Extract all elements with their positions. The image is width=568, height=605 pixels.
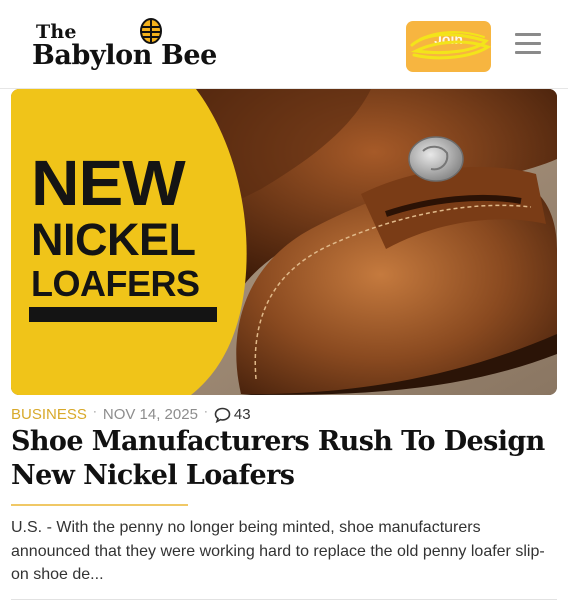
- headline-divider: [11, 504, 188, 506]
- article-excerpt: U.S. - With the penny no longer being mi…: [11, 519, 545, 583]
- article-bottom-divider: [11, 599, 557, 600]
- site-logo[interactable]: The Babylon Bee: [30, 14, 220, 76]
- hamburger-menu-icon[interactable]: [515, 33, 545, 57]
- comment-count[interactable]: 43: [234, 406, 251, 423]
- join-button[interactable]: Join: [406, 21, 491, 72]
- hero-underline-bar: [29, 307, 217, 322]
- comment-bubble-icon[interactable]: [214, 407, 231, 423]
- hero-line-nickel: NICKEL: [31, 214, 196, 265]
- logo-name-text: Babylon Bee: [32, 40, 217, 71]
- hero-line-loafers: LOAFERS: [31, 263, 200, 304]
- article-meta: BUSINESS · NOV 14, 2025 · 43: [11, 404, 251, 424]
- article-hero-image[interactable]: NEW NICKEL LOAFERS: [11, 89, 557, 395]
- site-header: The Babylon Bee Join: [0, 0, 568, 89]
- article-date: NOV 14, 2025: [102, 405, 198, 423]
- meta-separator: ·: [203, 404, 208, 418]
- scribble-overlay-icon: [410, 31, 491, 60]
- hero-line-new: NEW: [31, 147, 186, 219]
- hero-headline-graphic: NEW NICKEL LOAFERS: [31, 151, 200, 302]
- meta-separator: ·: [92, 404, 97, 418]
- category-link[interactable]: BUSINESS: [11, 406, 87, 423]
- article-headline[interactable]: Shoe Manufacturers Rush To Design New Ni…: [11, 425, 551, 493]
